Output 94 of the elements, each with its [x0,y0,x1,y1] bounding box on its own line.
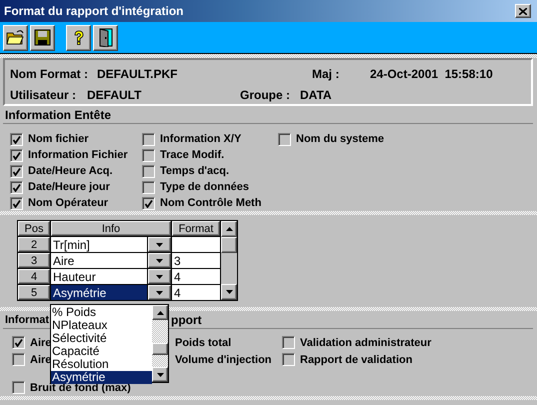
checkbox[interactable] [282,353,295,366]
field-value: 24-Oct-2001 15:58:10 [370,66,494,80]
scroll-thumb[interactable] [152,343,168,355]
caret-icon [156,242,163,246]
scroll-up-button[interactable] [152,305,168,320]
table-cell[interactable]: 3 [172,253,220,268]
checkbox[interactable] [142,132,155,146]
checkbox[interactable] [10,164,23,178]
section-heading: Informat [5,314,49,326]
checkbox[interactable] [142,180,155,194]
column-header: Format [172,221,220,236]
table-cell[interactable]: 4 [172,285,220,300]
toolbar-button[interactable] [66,24,91,50]
section-heading: Information Entête [5,108,112,122]
caret-icon [156,258,163,262]
column-header: Info [51,221,171,236]
checkbox-label: Date/Heure Acq. [28,165,113,177]
dropdown-button[interactable] [148,285,171,300]
table-cell[interactable]: Hauteur [51,269,147,284]
row-header: 5 [18,285,50,300]
field-value: DEFAULT [87,88,142,102]
list-item[interactable]: Asymétrie [51,371,152,384]
folder-icon [6,28,25,47]
field-label: Nom Format : [10,66,89,80]
table-cell[interactable]: Asymétrie [51,285,147,300]
checkbox-label: Type de données [160,181,250,193]
checkbox[interactable] [12,336,25,349]
table-cell[interactable]: Aire [51,253,147,268]
field-label: Groupe : [240,88,291,102]
checkbox[interactable] [278,132,291,146]
up-arrow-icon [156,310,164,314]
checkbox-label: Information Fichier [28,149,128,161]
down-arrow-icon [156,372,164,376]
scrollbar[interactable] [152,305,168,382]
checkbox-label: Information X/Y [160,133,242,145]
row-header: 2 [18,237,50,252]
scrollbar[interactable] [221,221,237,300]
dropdown-button[interactable] [148,253,171,268]
scroll-up-button[interactable] [221,221,237,237]
scroll-down-button[interactable] [221,284,237,300]
checkbox-label: Aire [30,354,52,366]
checkbox-label: Nom fichier [28,133,89,145]
checkbox-label: Aire [30,336,52,348]
list-item[interactable]: NPlateaux [51,319,152,332]
dropdown-button[interactable] [148,237,171,252]
checkbox[interactable] [142,148,155,162]
checkbox[interactable] [10,196,23,210]
up-arrow-icon [226,227,232,231]
scroll-down-button[interactable] [152,367,168,382]
close-icon [519,8,527,14]
caret-icon [156,290,163,294]
table-cell[interactable]: 4 [172,269,220,284]
checkbox[interactable] [142,196,155,210]
checkbox[interactable] [12,353,25,366]
toolbar-button[interactable] [30,24,55,50]
checkbox[interactable] [282,336,295,349]
dropdown-menu[interactable]: % Poids NPlateaux Sélectivité Capacité Résolution Asymétrie [50,304,169,383]
checkbox-label: Nom du systeme [296,133,384,145]
window-title: Format du rapport d'intégration [4,4,185,18]
column-header: Pos [18,221,50,236]
checkbox[interactable] [10,148,23,162]
checkbox[interactable] [12,381,25,394]
toolbar-button[interactable] [3,24,28,50]
list-item[interactable]: % Poids [51,306,152,319]
row-header: 4 [18,269,50,284]
list-item[interactable]: Résolution [51,358,152,371]
field-label: Utilisateur : [10,88,78,102]
section-heading: pport [171,312,202,326]
checkbox-label: Temps d'acq. [160,165,230,177]
row-header: 3 [18,253,50,268]
close-button[interactable] [515,4,531,18]
scroll-thumb[interactable] [221,237,237,253]
dropdown-button[interactable] [148,269,171,284]
checkbox-label: Rapport de validation [300,354,412,366]
checkbox-label: Nom Opérateur [28,197,108,209]
checkbox[interactable] [10,132,23,146]
list-item[interactable]: Capacité [51,345,152,358]
toolbar-button[interactable] [93,24,118,50]
caret-icon [156,274,163,278]
field-value: DATA [300,88,333,102]
checkbox[interactable] [142,164,155,178]
checkbox[interactable] [10,180,23,194]
table-cell[interactable] [172,237,220,252]
checkbox-label: Nom Contrôle Meth [160,197,262,209]
field-label: Maj : [312,66,340,80]
table-cell[interactable]: Tr[min] [51,237,147,252]
checkbox-label: Validation administrateur [300,336,432,348]
list-item[interactable]: Sélectivité [51,332,152,345]
checkbox-label: Volume d'injection [175,354,272,366]
checkbox-label: Trace Modif. [160,149,224,161]
down-arrow-icon [226,290,232,294]
checkbox-label: Poids total [175,336,232,348]
field-value: DEFAULT.PKF [97,66,178,80]
checkbox-label: Date/Heure jour [28,181,110,193]
